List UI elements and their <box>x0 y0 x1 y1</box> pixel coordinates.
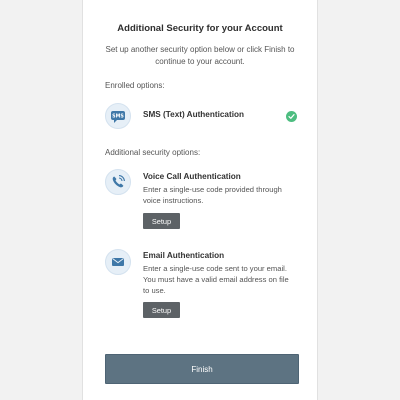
voice-option-description: Enter a single-use code provided through… <box>143 185 282 205</box>
page-subtitle: Set up another security option below or … <box>105 45 295 66</box>
sms-icon: SMS <box>105 103 131 129</box>
enrolled-options-label: Enrolled options: <box>105 81 165 90</box>
email-option-title: Email Authentication <box>143 251 225 260</box>
voice-option-title: Voice Call Authentication <box>143 172 241 181</box>
additional-options-label: Additional security options: <box>105 148 201 157</box>
envelope-icon <box>105 249 131 275</box>
phone-icon <box>105 169 131 195</box>
voice-setup-button[interactable]: Setup <box>143 213 180 229</box>
sms-option-title: SMS (Text) Authentication <box>143 110 244 119</box>
email-setup-button[interactable]: Setup <box>143 302 180 318</box>
security-card: Additional Security for your Account Set… <box>82 0 318 400</box>
finish-button[interactable]: Finish <box>105 354 299 384</box>
page-title: Additional Security for your Account <box>117 23 283 34</box>
email-option-description: Enter a single-use code sent to your ema… <box>143 264 289 295</box>
svg-text:SMS: SMS <box>112 114 124 120</box>
enrolled-check-icon <box>286 111 297 122</box>
